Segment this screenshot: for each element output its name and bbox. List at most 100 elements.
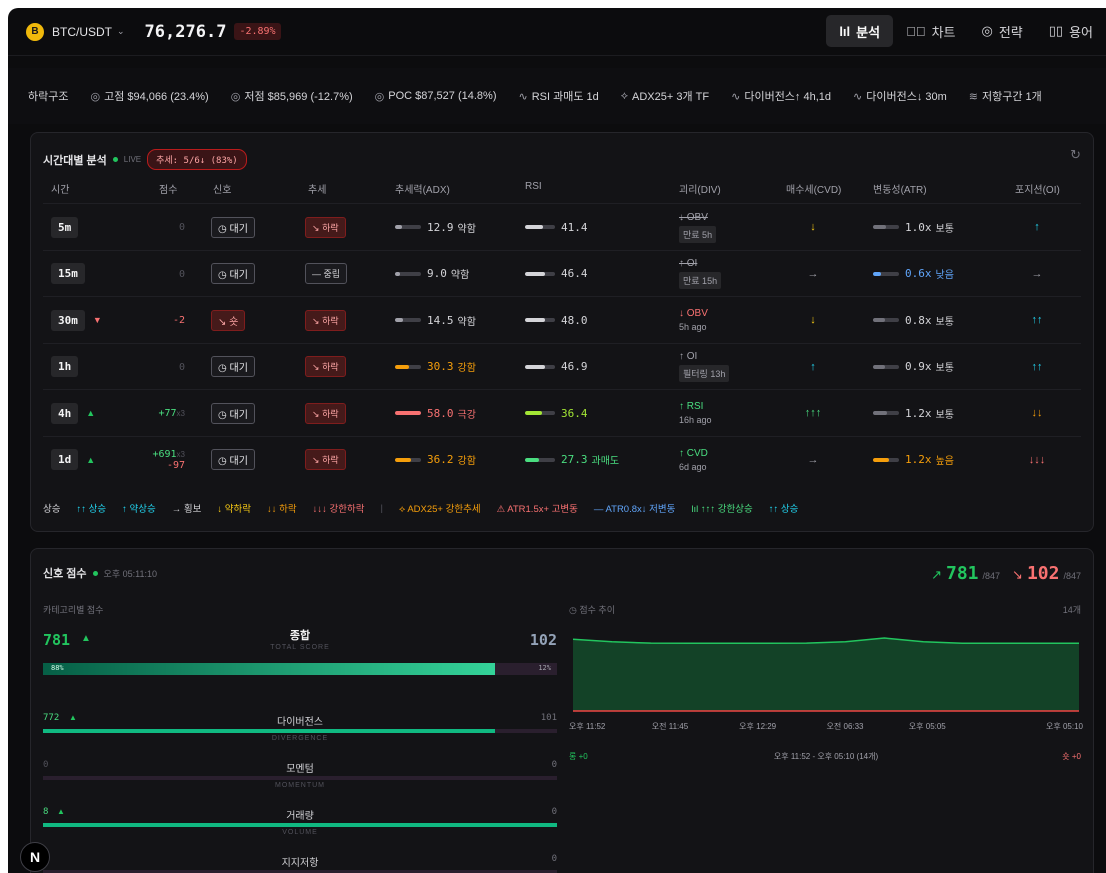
tf-arrow-icon: ▲	[86, 408, 96, 418]
tf-arrow-icon: ▲	[86, 454, 96, 465]
user-avatar[interactable]: N	[20, 842, 50, 872]
signal-badge: ◷ 대기	[211, 216, 255, 238]
signal-score-panel: 신호 점수 오후 05:11:10 ↗ 781 /847 ↘ 102 /847 …	[30, 548, 1094, 873]
rsi-bar	[525, 318, 555, 322]
category-bar	[43, 729, 557, 733]
adx-value: 58.0	[427, 406, 454, 420]
price-change-badge: -2.89%	[234, 23, 281, 40]
timeframe-label: 5m	[51, 216, 79, 238]
category-short: 101	[540, 713, 557, 723]
rsi-bar	[525, 225, 555, 229]
total-score-bar: 88% 12%	[43, 663, 557, 675]
adx-bar	[395, 457, 421, 462]
table-row[interactable]: 15m 0 ◷ 대기 — 중립 9.0 약함 46.4 ↑ OI 만료 15h …	[43, 249, 1081, 296]
category-name: 모멘텀	[286, 764, 314, 775]
atr-bar	[873, 271, 899, 276]
legend-item: ⚠ ATR1.5x+ 고변동	[496, 504, 578, 515]
refresh-icon[interactable]: ↻	[1070, 147, 1081, 163]
score-value: +77	[158, 408, 177, 419]
long-score-area	[573, 638, 1079, 711]
legend-item: ↑ 약상승	[122, 504, 156, 515]
current-price: 76,276.7	[144, 21, 227, 42]
nav-strategy[interactable]: ◎ 전략	[969, 15, 1036, 47]
signal-badge: ◷ 대기	[211, 263, 255, 284]
atr-bar-fill	[873, 364, 886, 369]
divergence-value: ↑ RSI	[679, 401, 704, 412]
cvd-arrow: ↑↑↑	[804, 407, 822, 419]
rsi-bar-fill	[525, 225, 543, 229]
adx-value: 30.3	[427, 360, 454, 373]
x-axis-ticks: 오후 11:52 오전 11:45 오후 12:29 오전 06:33 오후 05:05…	[569, 721, 1083, 733]
summary-icon: ◎	[90, 90, 101, 103]
table-row[interactable]: 30m ▼ -2 ↘ 숏 ↘ 하락 14.5 약함 48.0 ↓ OBV 5h …	[43, 296, 1081, 342]
rsi-label: 과매도	[591, 456, 620, 467]
timeframe-label: 30m	[51, 309, 85, 331]
divergence-sub: 만료 15h	[679, 272, 722, 289]
category-bar	[43, 823, 557, 827]
trend-down-icon: ↘	[218, 316, 227, 328]
category-en: MOMENTUM	[275, 782, 325, 789]
divergence-sub: 5h ago	[679, 322, 707, 332]
atr-bar	[873, 225, 899, 229]
category-en: VOLUME	[282, 829, 318, 836]
x-tick-label: 오후 11:52	[569, 722, 606, 731]
score-value: 0	[178, 268, 185, 280]
category-short: 0	[551, 807, 557, 817]
trend-down-icon: ↘	[312, 362, 320, 372]
clock-icon: ◷	[569, 605, 577, 615]
nav-glossary[interactable]: ▯▯ 용어	[1036, 15, 1106, 47]
total-score: 781 ▲ 종합 TOTAL SCORE 102 88% 12%	[43, 627, 557, 675]
legend-item: ↓↓↓ 강한하락	[312, 504, 365, 515]
total-short-score: 102	[529, 631, 557, 649]
table-row[interactable]: 5m 0 ◷ 대기 ↘ 하락 12.9 약함 41.4 ↓ OBV 만료 5h …	[43, 203, 1081, 249]
atr-bar-fill	[873, 225, 886, 229]
rsi-bar-fill	[525, 271, 545, 276]
table-row[interactable]: 1h 0 ◷ 대기 ↘ 하락 30.3 강함 46.9 ↑ OI 필터링 13h…	[43, 342, 1081, 389]
adx-label: 약함	[450, 270, 470, 281]
adx-bar-fill	[395, 457, 411, 462]
rsi-value: 27.3	[561, 453, 588, 466]
oi-arrow: ↑	[1034, 221, 1040, 233]
adx-value: 14.5	[427, 313, 454, 327]
trend-down-icon: ↘	[1012, 567, 1023, 582]
timeframe-analysis-panel: 시간대별 분석 LIVE 추세: 5/6↓ (83%) ↻ 시간 점수 신호 추…	[30, 132, 1094, 532]
rsi-value: 46.4	[561, 267, 588, 280]
atr-value: 1.2x	[905, 453, 932, 466]
pair-selector[interactable]: BTC/USDT	[52, 25, 112, 39]
table-row[interactable]: 1d ▲ +691x3 -97 ◷ 대기 ↘ 하락 36.2 강함 27.3 과…	[43, 435, 1081, 482]
divergence-sub: 만료 5h	[679, 225, 717, 243]
category-name: 지지저항	[281, 858, 319, 869]
score-value: +691	[152, 449, 177, 460]
category-label: 카테고리별 점수	[43, 605, 104, 615]
nav-chart[interactable]: ⌇⃝ 차트	[893, 15, 968, 47]
clock-icon: ◷	[218, 409, 227, 421]
score-value: 0	[178, 361, 185, 373]
divergence-sub: 필터링 13h	[679, 365, 730, 382]
trend-up-icon: ↗	[931, 567, 942, 582]
summary-item: ⟡ ADX25+ 3개 TF	[620, 89, 710, 104]
panel-title: 시간대별 분석 LIVE 추세: 5/6↓ (83%)	[43, 149, 247, 170]
adx-label: 약함	[457, 223, 476, 235]
x-tick-label: 오후 05:05	[908, 722, 946, 731]
legend-item: lıl ↑↑↑ 강한상승	[691, 504, 753, 515]
clock-icon: ◷	[218, 223, 227, 235]
chevron-down-icon[interactable]: ⌄	[117, 26, 125, 37]
x-tick-label: 오후 12:29	[739, 722, 777, 731]
timeframe-label: 1h	[51, 356, 79, 377]
cvd-arrow: →	[807, 453, 819, 466]
category-name: 다이버전스	[277, 717, 323, 728]
table-row[interactable]: 4h ▲ +77x3 ◷ 대기 ↘ 하락 58.0 극강 36.4 ↑ RSI …	[43, 389, 1081, 435]
minus-icon: —	[312, 269, 321, 279]
trend-down-icon: ↘	[312, 315, 320, 326]
adx-bar-fill	[395, 411, 421, 415]
adx-bar-fill	[395, 225, 402, 229]
score-totals: ↗ 781 /847 ↘ 102 /847	[931, 563, 1081, 584]
rsi-bar	[525, 411, 555, 415]
nav-analysis[interactable]: lıl 분석	[826, 15, 894, 47]
category-short: 0	[551, 760, 557, 770]
rsi-bar	[525, 457, 555, 462]
oi-arrow: ↓↓↓	[1028, 453, 1046, 466]
cvd-arrow: →	[807, 267, 819, 280]
category-row: 지지저항 0	[43, 854, 557, 873]
clock-icon: ◷	[218, 270, 227, 281]
